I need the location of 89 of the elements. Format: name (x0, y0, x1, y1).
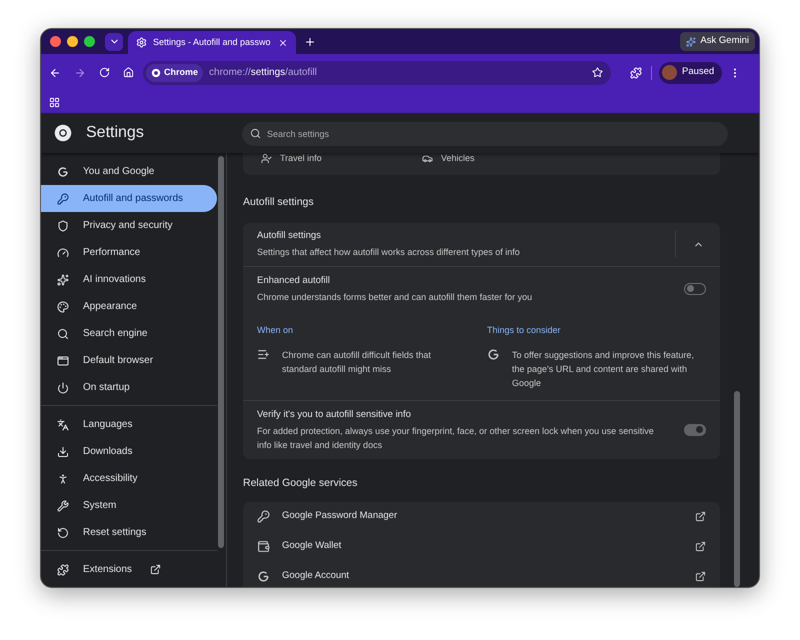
window-icon (57, 354, 69, 366)
card-title: Autofill settings (257, 229, 322, 244)
setting-description: Chrome understands forms better and can autofill them faster for you (257, 291, 534, 304)
detail-text: Chrome can autofill difficult fields that standard autofill might miss (282, 348, 432, 376)
sidebar-item[interactable]: Search engine (41, 320, 217, 347)
minimize-window-icon[interactable] (67, 36, 78, 47)
person-check-icon (261, 153, 272, 164)
sidebar-item[interactable]: Autofill and passwords (41, 185, 217, 212)
google-g-icon (487, 348, 500, 360)
bookmark-star-icon[interactable] (592, 67, 603, 78)
maximize-window-icon[interactable] (84, 36, 95, 47)
settings-icon (136, 37, 147, 48)
wallet-icon (257, 540, 270, 553)
home-icon[interactable] (123, 67, 134, 78)
sidebar-item[interactable]: Appearance (41, 293, 217, 320)
external-link-icon (695, 541, 706, 552)
wrench-icon (57, 500, 69, 512)
detail-heading: Things to consider (487, 324, 562, 337)
ask-gemini-button[interactable]: Ask Gemini (680, 32, 755, 51)
external-link-icon (695, 511, 706, 522)
sidebar-item[interactable]: Accessibility (41, 465, 217, 492)
service-link[interactable]: Google Account (243, 562, 720, 587)
sidebar-item[interactable]: Privacy and security (41, 212, 217, 239)
category-label[interactable]: Travel info (280, 152, 322, 166)
section-heading: Related Google services (243, 476, 358, 491)
gauge-icon (57, 246, 69, 258)
search-icon (57, 328, 69, 340)
detail-text: To offer suggestions and improve this feature, the page's URL and content are shared with Google (512, 348, 694, 390)
setting-title: Enhanced autofill (257, 274, 331, 288)
card-subtitle: Settings that affect how autofill works across different types of info (257, 246, 521, 259)
chrome-logo-icon (151, 68, 161, 78)
detail-heading: When on (257, 324, 294, 337)
sidebar-item[interactable]: Downloads (41, 438, 217, 465)
key-icon (257, 510, 270, 523)
scrollbar[interactable] (218, 156, 224, 548)
service-link[interactable]: Google Wallet (243, 532, 720, 562)
reload-icon[interactable] (99, 67, 110, 78)
address-bar[interactable]: Chrome chrome://settings/autofill (143, 60, 611, 84)
settings-title: Settings (86, 123, 144, 143)
car-icon (422, 153, 433, 164)
extensions-icon[interactable] (630, 66, 642, 78)
sidebar-item[interactable]: You and Google (41, 158, 217, 185)
scrollbar[interactable] (734, 391, 740, 587)
sidebar-item[interactable]: Default browser (41, 347, 217, 374)
power-icon (57, 382, 69, 394)
download-icon (57, 446, 69, 458)
setting-title: Verify it's you to autofill sensitive info (257, 408, 412, 422)
profile-button[interactable]: Paused (659, 62, 722, 84)
sidebar-item[interactable]: Performance (41, 239, 217, 266)
toggle-switch[interactable] (684, 424, 706, 436)
new-tab-icon[interactable] (304, 36, 316, 48)
list-plus-icon (257, 348, 270, 360)
shield-icon (57, 220, 69, 232)
close-window-icon[interactable] (50, 36, 61, 47)
category-label[interactable]: Vehicles (441, 152, 475, 166)
section-heading: Autofill settings (243, 195, 315, 210)
sidebar-item[interactable]: Reset settings (41, 519, 217, 546)
reset-icon (57, 526, 69, 538)
service-link[interactable]: Google Password Manager (243, 502, 720, 532)
person-icon (57, 472, 69, 484)
close-icon[interactable] (278, 38, 288, 48)
puzzle-icon (57, 564, 69, 576)
setting-description: For added protection, always use your fingerprint, face, or other screen lock when you use sensitive info like travel and identity docs (257, 424, 655, 452)
sidebar-item[interactable]: On startup (41, 374, 217, 401)
search-field[interactable]: Search settings (242, 122, 728, 146)
search-icon (250, 128, 261, 138)
google-g-icon (257, 570, 270, 583)
key-icon (57, 192, 69, 204)
sidebar-item[interactable]: AI innovations (41, 266, 217, 293)
sidebar-item[interactable]: Extensions (41, 556, 217, 583)
tab-search-button[interactable] (105, 32, 123, 50)
apps-grid-icon[interactable] (49, 96, 60, 108)
external-link-icon (695, 571, 706, 582)
tab-title: Settings - Autofill and passwo (153, 36, 272, 49)
toggle-switch[interactable] (684, 282, 706, 295)
palette-icon (57, 300, 69, 312)
sidebar-item[interactable]: System (41, 492, 217, 519)
browser-tab[interactable]: Settings - Autofill and passwo (128, 31, 296, 54)
external-link-icon (150, 564, 161, 575)
chrome-logo-icon (54, 124, 72, 142)
google-g-icon (57, 166, 69, 178)
sidebar-item[interactable]: Languages (41, 411, 217, 438)
back-icon[interactable] (49, 66, 61, 78)
avatar-icon (662, 65, 677, 80)
translate-icon (57, 418, 69, 430)
url-text: chrome://settings/autofill (209, 66, 317, 80)
sparkles-icon (57, 274, 69, 286)
chrome-chip[interactable]: Chrome (146, 64, 204, 82)
sparkle-icon (686, 36, 696, 46)
